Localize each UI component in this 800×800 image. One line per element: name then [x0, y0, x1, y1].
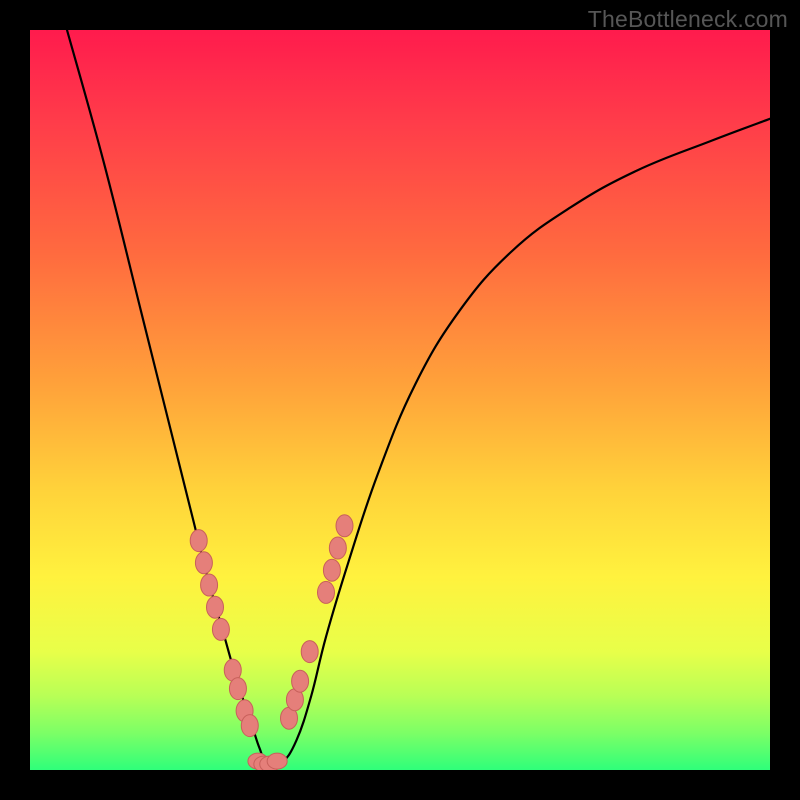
left-marker [207, 596, 224, 618]
right-marker [336, 515, 353, 537]
right-marker [301, 641, 318, 663]
left-marker [195, 552, 212, 574]
right-marker [318, 581, 335, 603]
bottom-marker [254, 756, 274, 770]
left-marker [241, 715, 258, 737]
left-marker [190, 530, 207, 552]
plot-area [30, 30, 770, 770]
right-marker [329, 537, 346, 559]
right-marker [292, 670, 309, 692]
left-marker [236, 700, 253, 722]
curve-path-group [67, 30, 770, 765]
watermark-text: TheBottleneck.com [588, 6, 788, 33]
right-marker [286, 689, 303, 711]
left-marker [229, 678, 246, 700]
chart-frame: TheBottleneck.com [0, 0, 800, 800]
bottleneck-curve [67, 30, 770, 765]
bottom-marker [248, 753, 268, 769]
right-marker [281, 707, 298, 729]
left-marker [201, 574, 218, 596]
marker-group [190, 515, 353, 770]
right-marker [323, 559, 340, 581]
bottom-marker [267, 753, 287, 769]
curve-svg [30, 30, 770, 770]
bottom-marker [260, 756, 280, 770]
left-marker [224, 659, 241, 681]
left-marker [212, 618, 229, 640]
